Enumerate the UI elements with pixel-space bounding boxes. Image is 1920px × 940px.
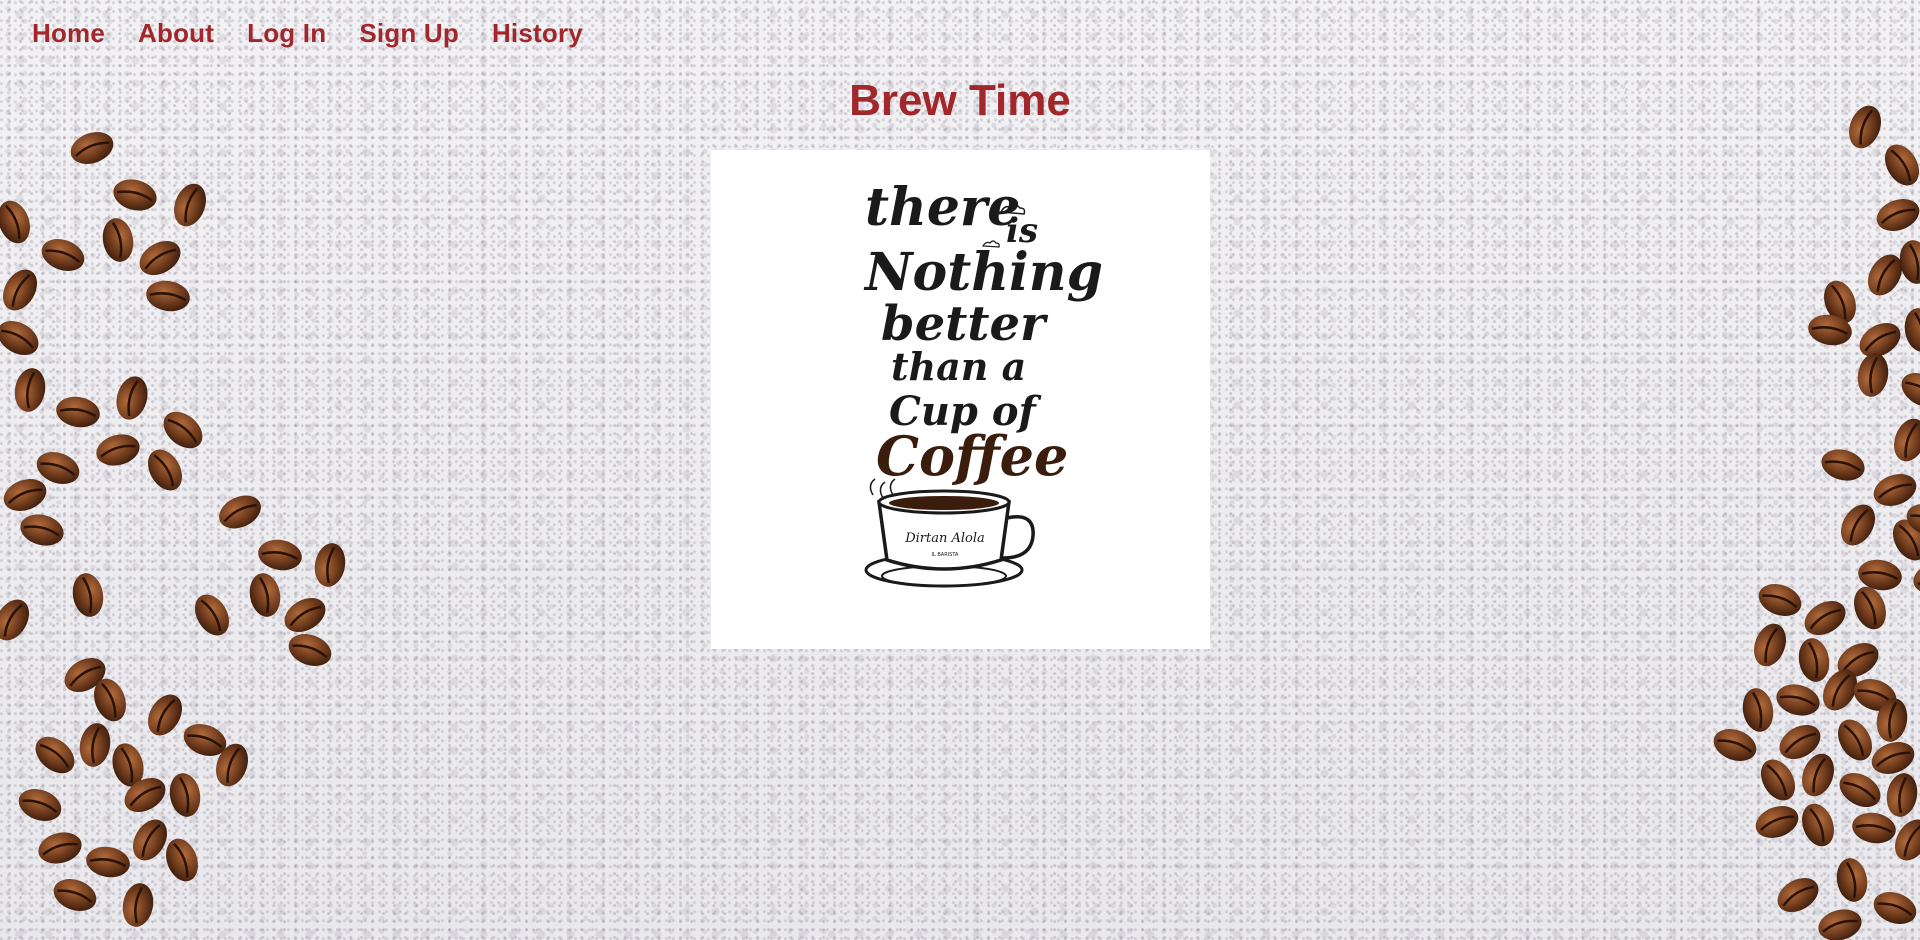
poster-line-coffee: Coffee [876, 424, 1068, 488]
poster-line-than-a: than a [891, 344, 1026, 389]
coffee-poster-image: there is Nothing better than a Cup of Co… [711, 150, 1210, 649]
poster-line-there: there [865, 177, 1020, 238]
nav-home-link[interactable]: Home [32, 18, 105, 49]
nav-history-link[interactable]: History [492, 18, 583, 49]
page-title: Brew Time [849, 76, 1071, 125]
coffee-beans-left [0, 125, 350, 931]
nav-signup-link[interactable]: Sign Up [359, 18, 459, 49]
cup-sublabel: IL BARISTA [932, 552, 959, 558]
coffee-beans-right [1707, 99, 1920, 940]
poster-line-nothing: Nothing [863, 242, 1103, 303]
cup-label: Dirtan Alola [904, 531, 985, 546]
nav-login-link[interactable]: Log In [247, 18, 326, 49]
main-nav: Home About Log In Sign Up History [32, 18, 616, 49]
nav-about-link[interactable]: About [138, 18, 214, 49]
coffee-cup-icon: Dirtan Alola IL BARISTA [864, 478, 1035, 588]
